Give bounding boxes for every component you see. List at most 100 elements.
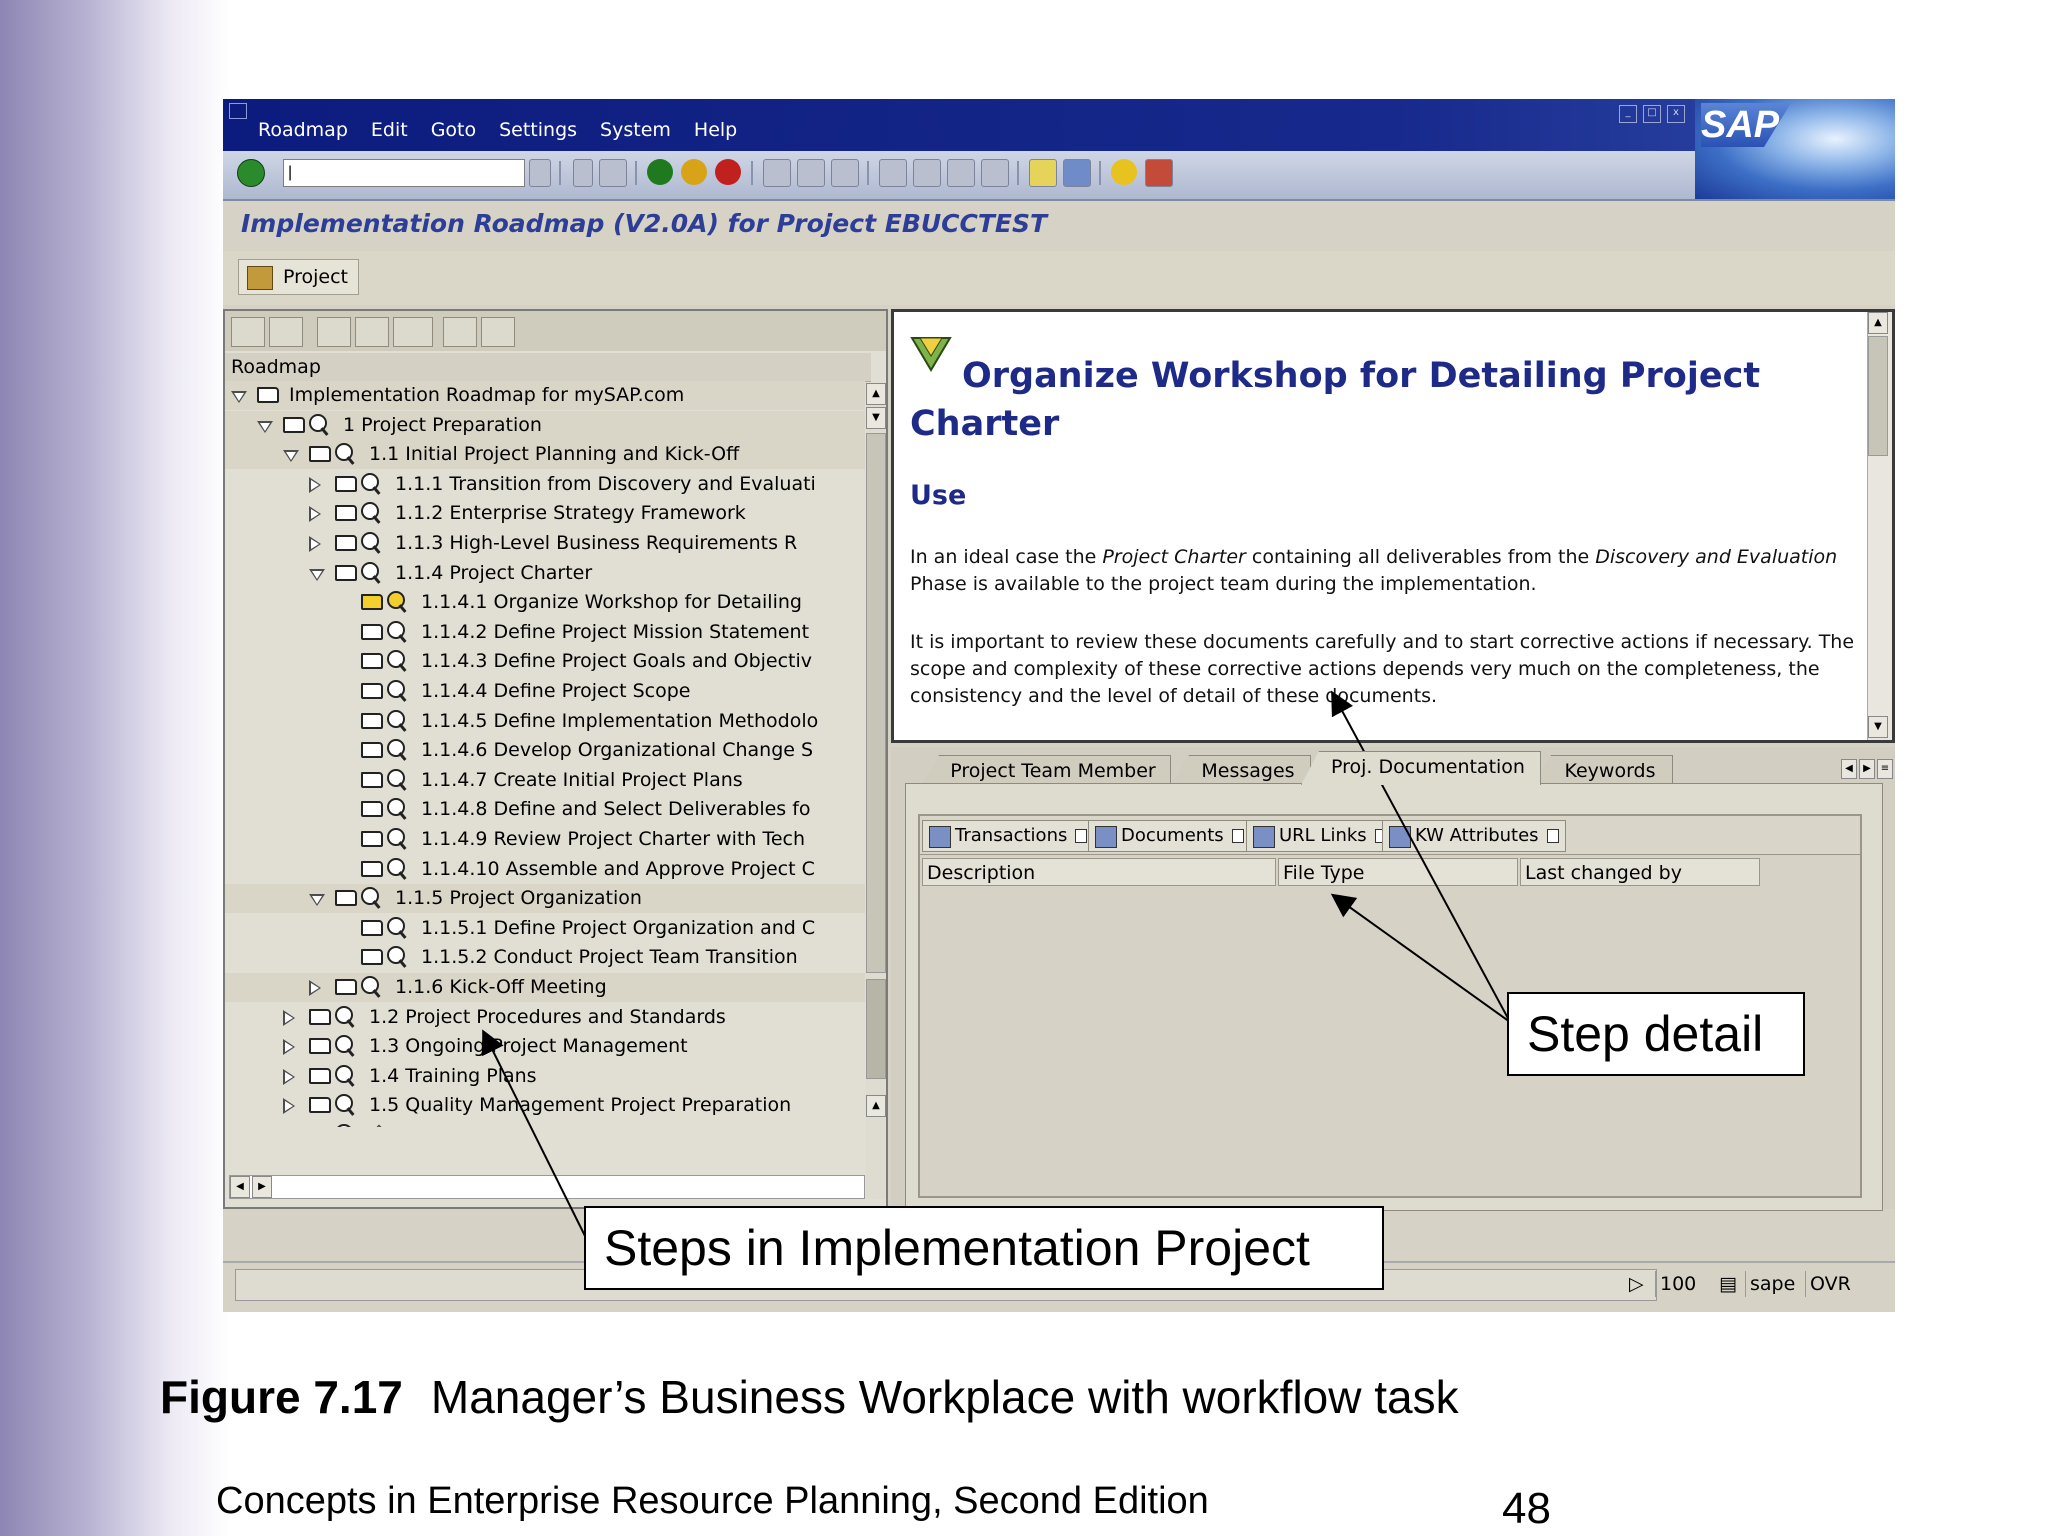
tree-row[interactable]: 1.5 Quality Management Project Preparati… — [225, 1091, 865, 1120]
tree-row[interactable]: 1.1.4.6 Develop Organizational Change S — [225, 736, 865, 765]
scroll-down-icon[interactable]: ▼ — [1868, 716, 1888, 738]
find-icon[interactable] — [317, 317, 351, 347]
expand-triangle-icon[interactable] — [309, 536, 321, 552]
expand-all-icon[interactable] — [231, 317, 265, 347]
minimize-icon[interactable]: _ — [1619, 105, 1637, 123]
collapse-all-icon[interactable] — [269, 317, 303, 347]
last-page-icon[interactable] — [981, 159, 1009, 187]
magnifier-icon[interactable] — [361, 472, 383, 495]
tree-row[interactable]: 1.1.4.4 Define Project Scope — [225, 677, 865, 706]
save-icon[interactable] — [599, 159, 627, 187]
tab-list-icon[interactable]: ≡ — [1877, 759, 1893, 779]
tab-proj-documentation[interactable]: Proj. Documentation — [1301, 751, 1541, 785]
magnifier-icon[interactable] — [361, 976, 383, 998]
menu-item-help[interactable]: Help — [694, 119, 737, 141]
command-history-icon[interactable] — [529, 159, 551, 187]
tree-row[interactable]: 1 Project Preparation — [225, 410, 865, 440]
magnifier-icon[interactable] — [387, 857, 409, 880]
detail-vertical-scrollbar[interactable]: ▲ ▼ — [1867, 312, 1892, 740]
magnifier-icon[interactable] — [335, 1124, 357, 1127]
cancel-icon[interactable] — [715, 159, 741, 185]
find-next-icon[interactable] — [831, 159, 859, 187]
tree-row[interactable]: 1.1.1 Transition from Discovery and Eval… — [225, 470, 865, 499]
tree-row[interactable]: 1.1.5 Project Organization — [225, 884, 865, 914]
status-expand-icon[interactable]: ▷ — [1625, 1271, 1648, 1297]
collapse-triangle-icon[interactable] — [257, 420, 273, 433]
previous-page-icon[interactable] — [913, 159, 941, 187]
collapse-triangle-icon[interactable] — [309, 568, 325, 581]
magnifier-icon[interactable] — [335, 443, 357, 465]
tree-row[interactable]: 1.1.5.1 Define Project Organization and … — [225, 914, 865, 943]
magnifier-icon[interactable] — [335, 1035, 357, 1057]
magnifier-icon[interactable] — [387, 916, 409, 939]
scroll-thumb-lower[interactable] — [866, 979, 886, 1079]
menu-item-system[interactable]: System — [600, 119, 671, 141]
subtool-documents-button[interactable]: Documents — [1088, 820, 1251, 852]
print-icon[interactable] — [763, 159, 791, 187]
command-input[interactable] — [284, 160, 492, 186]
tree-row[interactable]: 1.1 Initial Project Planning and Kick-Of… — [225, 440, 865, 470]
expand-triangle-icon[interactable] — [309, 980, 321, 996]
magnifier-icon[interactable] — [387, 798, 409, 820]
column-last-changed-by[interactable]: Last changed by — [1520, 858, 1760, 886]
magnifier-icon[interactable] — [387, 828, 409, 850]
menu-item-edit[interactable]: Edit — [371, 119, 408, 141]
collapse-triangle-icon[interactable] — [231, 391, 247, 403]
dropdown-icon[interactable] — [1075, 829, 1088, 843]
magnifier-icon[interactable] — [335, 1094, 357, 1116]
scroll-up-icon[interactable]: ▲ — [866, 1095, 886, 1117]
magnifier-icon[interactable] — [335, 1005, 357, 1028]
tree-row[interactable]: 1.1.4.7 Create Initial Project Plans — [225, 766, 865, 795]
tree-row[interactable]: 1.2 Project Procedures and Standards — [225, 1003, 865, 1032]
menu-item-settings[interactable]: Settings — [499, 119, 577, 141]
tab-keywords[interactable]: Keywords — [1533, 755, 1673, 785]
magnifier-icon[interactable] — [387, 768, 409, 791]
magnifier-icon[interactable] — [361, 561, 383, 584]
subtool-transactions-button[interactable]: Transactions — [922, 820, 1095, 852]
magnifier-icon[interactable] — [335, 1064, 357, 1087]
column-file-type[interactable]: File Type — [1278, 858, 1518, 886]
tree-row[interactable]: 1.1.4.10 Assemble and Approve Project C — [225, 855, 865, 884]
subtool-url-links-button[interactable]: URL Links — [1246, 820, 1394, 852]
column-description[interactable]: Description — [922, 858, 1276, 886]
shortcut-icon[interactable] — [1063, 159, 1091, 187]
tree-row[interactable]: 1.1.4.8 Define and Select Deliverables f… — [225, 795, 865, 824]
back-icon[interactable] — [647, 159, 673, 185]
expand-triangle-icon[interactable] — [283, 1098, 295, 1115]
magnifier-icon[interactable] — [387, 946, 409, 968]
print-tree-icon[interactable] — [393, 317, 433, 347]
scroll-up-icon[interactable]: ▲ — [1868, 312, 1888, 334]
tree-row[interactable]: 1.1.4.9 Review Project Charter with Tech — [225, 825, 865, 854]
tree-row[interactable]: 1.1.4.1 Organize Workshop for Detailing — [225, 588, 865, 617]
tree-row[interactable]: 1.1.2 Enterprise Strategy Framework — [225, 499, 865, 528]
next-page-icon[interactable] — [947, 159, 975, 187]
menu-item-goto[interactable]: Goto — [431, 119, 476, 141]
tab-messages[interactable]: Messages — [1171, 755, 1311, 785]
magnifier-icon[interactable] — [361, 532, 383, 554]
close-icon[interactable]: x — [1667, 105, 1685, 123]
tree-horizontal-scrollbar[interactable]: ◀ ▶ — [229, 1175, 865, 1199]
find-next-icon[interactable] — [355, 317, 389, 347]
legend-icon[interactable] — [481, 317, 515, 347]
tree-row[interactable]: 1.1.4 Project Charter — [225, 559, 865, 588]
first-page-icon[interactable] — [879, 159, 907, 187]
tree-row[interactable]: 1.6 Milestone: High Level Business Requi… — [225, 1121, 865, 1127]
scroll-up-icon[interactable]: ▲ — [866, 383, 886, 405]
magnifier-icon[interactable] — [387, 709, 409, 732]
magnifier-icon[interactable] — [361, 502, 383, 524]
filter-icon[interactable] — [443, 317, 477, 347]
find-icon[interactable] — [797, 159, 825, 187]
expand-triangle-icon[interactable] — [283, 1039, 295, 1056]
tree-row[interactable]: 1.1.4.2 Define Project Mission Statement — [225, 618, 865, 647]
layout-menu-icon[interactable] — [1145, 159, 1173, 187]
scroll-left-icon[interactable]: ◀ — [230, 1176, 250, 1198]
dropdown-icon[interactable] — [1546, 829, 1559, 843]
scroll-thumb[interactable] — [1868, 336, 1888, 456]
back-arrow-small-icon[interactable] — [573, 159, 593, 187]
status-dropdown-icon[interactable]: ▤ — [1715, 1271, 1741, 1297]
scroll-down-icon[interactable]: ▼ — [866, 407, 886, 429]
tree-row[interactable]: Implementation Roadmap for mySAP.com — [225, 381, 865, 410]
project-button[interactable]: Project — [238, 259, 360, 295]
magnifier-icon[interactable] — [361, 887, 383, 909]
maximize-icon[interactable]: □ — [1643, 105, 1661, 123]
